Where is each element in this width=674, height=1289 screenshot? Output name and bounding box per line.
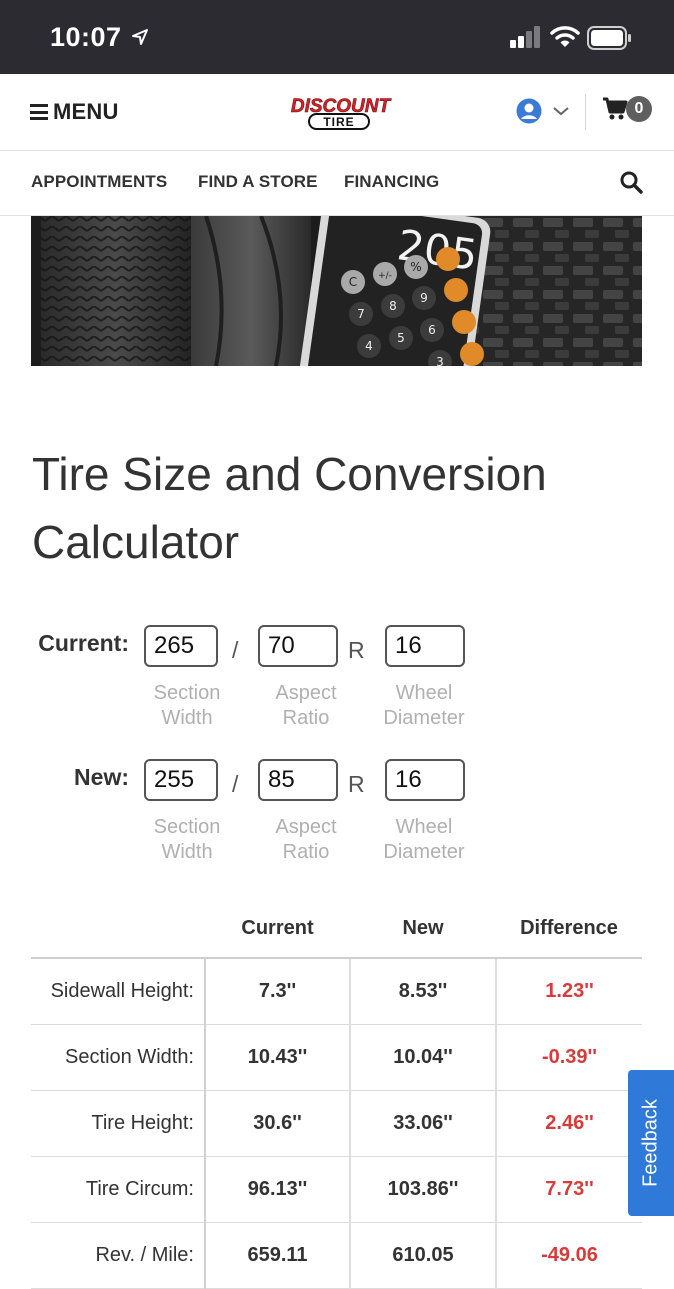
header-new: New [350,900,496,959]
header-blank [31,900,205,959]
new-label: New: [74,764,129,790]
current-wheel-diameter-input[interactable] [385,625,465,667]
status-time: 10:07 [50,22,122,52]
current-label: Current: [38,630,129,656]
current-r: R [348,637,365,663]
new-value: 33.06'' [350,1090,497,1157]
hero-image: 205 C +/- % 7 8 9 4 5 6 3 [31,216,642,366]
new-value: 10.04'' [350,1024,497,1091]
new-value: 103.86'' [350,1156,497,1223]
nav-appointments[interactable]: APPOINTMENTS [31,172,167,192]
feedback-tab[interactable]: Feedback [628,1070,674,1216]
main-nav: APPOINTMENTS FIND A STORE FINANCING [0,151,674,216]
new-wheel-diameter-input[interactable] [385,759,465,801]
current-section-width-help: Section Width [153,682,221,729]
current-aspect-ratio-help: Aspect Ratio [275,682,337,729]
table-row: Section Width: 10.43'' 10.04'' -0.39'' [31,1024,642,1091]
calc-key-7: 7 [357,307,365,321]
row-label: Tire Height: [31,1090,206,1157]
new-aspect-ratio-input[interactable] [258,759,338,801]
difference-value: 2.46'' [496,1090,642,1157]
current-value: 30.6'' [205,1090,351,1157]
discount-tire-logo[interactable]: DISCOUNT TIRE [283,94,398,130]
table-row: Tire Height: 30.6'' 33.06'' 2.46'' [31,1090,642,1157]
new-slash: / [232,771,239,797]
current-value: 7.3'' [205,958,351,1025]
difference-value: 1.23'' [496,958,642,1025]
current-section-width-input[interactable] [144,625,218,667]
current-wheel-diameter-help: Wheel Diameter [383,682,465,729]
calc-key-c: C [349,275,357,289]
calc-key-8: 8 [389,299,397,313]
current-aspect-ratio-input[interactable] [258,625,338,667]
hamburger-icon [30,104,48,120]
current-value: 659.11 [205,1222,351,1289]
calc-key-percent: % [410,260,421,274]
difference-value: -0.39'' [496,1024,642,1091]
current-slash: / [232,637,239,663]
page-title: Tire Size and Conversion Calculator [32,448,547,568]
cellular-signal-icon [510,26,540,48]
difference-value: 7.73'' [496,1156,642,1223]
results-header-row: Current New Difference [31,900,642,959]
header-difference: Difference [496,900,642,959]
row-label: Tire Circum: [31,1156,206,1223]
calc-key-plusminus: +/- [378,271,392,281]
account-button[interactable] [516,98,570,124]
row-label: Section Width: [31,1024,206,1091]
results-table: Current New Difference Sidewall Height: … [31,900,642,1289]
cart-count-badge[interactable]: 0 [626,96,652,122]
new-r: R [348,771,365,797]
row-label: Sidewall Height: [31,958,206,1025]
menu-label: MENU [53,99,119,124]
current-value: 10.43'' [205,1024,351,1091]
new-wheel-diameter-help: Wheel Diameter [383,816,465,863]
menu-button[interactable]: MENU [30,97,119,127]
current-value: 96.13'' [205,1156,351,1223]
nav-find-a-store[interactable]: FIND A STORE [198,172,318,192]
calc-key-4: 4 [365,339,373,353]
site-header: MENU DISCOUNT TIRE 0 [0,74,674,151]
new-section-width-input[interactable] [144,759,218,801]
new-aspect-ratio-help: Aspect Ratio [275,816,337,863]
row-label: Rev. / Mile: [31,1222,206,1289]
calc-key-3: 3 [436,355,444,366]
calc-key-6: 6 [428,323,436,337]
new-value: 8.53'' [350,958,497,1025]
calc-key-5: 5 [397,331,405,345]
table-row: Sidewall Height: 7.3'' 8.53'' 1.23'' [31,958,642,1025]
user-icon [516,98,542,124]
chevron-down-icon [553,107,569,116]
calc-key-9: 9 [420,291,428,305]
search-icon[interactable] [619,170,643,194]
header-current: Current [205,900,350,959]
battery-icon [587,26,631,50]
table-row: Tire Circum: 96.13'' 103.86'' 7.73'' [31,1156,642,1223]
new-section-width-help: Section Width [153,816,221,863]
table-row: Rev. / Mile: 659.11 610.05 -49.06 [31,1222,642,1289]
difference-value: -49.06 [496,1222,642,1289]
location-arrow-icon [132,29,148,45]
nav-financing[interactable]: FINANCING [344,172,439,192]
wifi-icon [550,26,580,47]
status-bar: 10:07 [0,0,674,74]
feedback-label: Feedback [639,1099,662,1187]
header-divider [585,94,586,130]
new-value: 610.05 [350,1222,497,1289]
logo-text-tire: TIRE [323,115,354,129]
